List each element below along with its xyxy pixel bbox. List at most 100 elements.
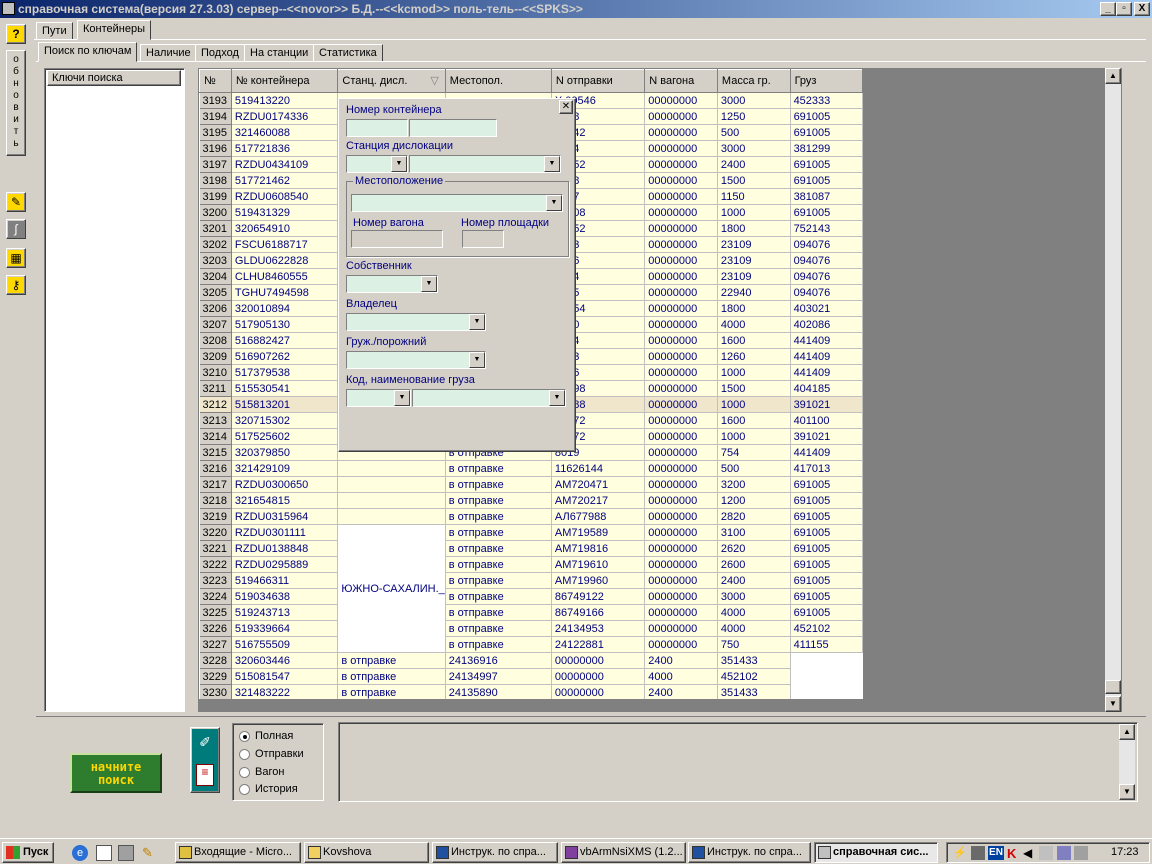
tab-availability[interactable]: Наличие <box>140 44 197 62</box>
table-cell[interactable]: 00000000 <box>644 364 718 381</box>
search-keys-panel[interactable]: Ключи поиска <box>44 68 185 712</box>
table-cell[interactable]: 2400 <box>717 156 791 173</box>
result-text-area[interactable]: ▲ ▼ <box>338 722 1138 802</box>
table-cell[interactable]: 00000000 <box>644 316 718 333</box>
table-cell[interactable]: 094076 <box>790 284 863 301</box>
table-cell[interactable]: 516907262 <box>231 348 339 365</box>
document-icon[interactable]: ≡ <box>196 764 214 786</box>
refresh-button[interactable]: о б н о в и т ь <box>6 50 26 156</box>
table-cell[interactable]: 417013 <box>790 460 863 477</box>
start-search-button[interactable]: начните поиск <box>70 753 162 793</box>
table-cell[interactable]: 3202 <box>199 236 232 253</box>
table-cell[interactable]: 1000 <box>717 428 791 445</box>
table-cell[interactable]: RZDU0138848 <box>231 540 339 557</box>
maximize-button[interactable]: ▫ <box>1116 2 1132 16</box>
pen-icon[interactable]: ∫ <box>6 219 26 239</box>
table-cell[interactable]: 691005 <box>790 508 863 525</box>
table-cell[interactable]: 391021 <box>790 428 863 445</box>
tab-paths[interactable]: Пути <box>36 22 73 40</box>
table-cell[interactable]: 321654815 <box>231 492 339 509</box>
table-cell[interactable]: 3193 <box>199 92 232 109</box>
table-cell[interactable]: 00000000 <box>644 108 718 125</box>
table-cell[interactable]: 321460088 <box>231 124 339 141</box>
table-cell[interactable]: 320654910 <box>231 220 339 237</box>
table-cell[interactable]: 1000 <box>717 204 791 221</box>
table-row[interactable]: 3221 RZDU0138848 в отправке АМ719816 0000000… <box>199 540 863 557</box>
pen-icon[interactable]: ✐ <box>196 734 214 752</box>
table-cell[interactable]: 00000000 <box>644 252 718 269</box>
table-cell[interactable]: 3222 <box>199 556 232 573</box>
table-cell[interactable]: 4000 <box>717 604 791 621</box>
table-cell[interactable]: 00000000 <box>644 380 718 397</box>
outlook-icon[interactable] <box>96 845 112 861</box>
table-cell[interactable]: 1600 <box>717 412 791 429</box>
table-cell[interactable]: 3194 <box>199 108 232 125</box>
table-cell[interactable]: АМ719610 <box>551 556 646 573</box>
table-cell[interactable]: 351433 <box>717 684 791 699</box>
platform-number-field[interactable] <box>462 230 504 248</box>
table-cell[interactable]: 00000000 <box>644 412 718 429</box>
antivirus-icon[interactable]: K <box>1007 846 1016 861</box>
scroll-thumb[interactable] <box>1105 680 1121 694</box>
table-cell[interactable]: 00000000 <box>644 428 718 445</box>
table-cell[interactable]: 2400 <box>717 572 791 589</box>
column-header[interactable]: N вагона <box>644 69 718 93</box>
cargo-code-select[interactable]: ▼ <box>346 389 411 407</box>
table-cell[interactable]: 22940 <box>717 284 791 301</box>
close-button[interactable]: X <box>1134 2 1150 16</box>
table-cell[interactable]: в отправке <box>445 540 552 557</box>
task-kovshova[interactable]: Kovshova <box>304 842 429 863</box>
station-name-select[interactable]: ▼ <box>409 155 561 173</box>
table-row[interactable]: 3226 519339664 в отправке 24134953 00000000 4… <box>199 620 863 637</box>
table-cell[interactable]: 391021 <box>790 396 863 413</box>
table-cell[interactable]: 2400 <box>644 684 718 699</box>
table-cell[interactable]: 3224 <box>199 588 232 605</box>
task-reference-system[interactable]: справочная сис... <box>814 842 938 863</box>
column-header[interactable]: N отправки <box>550 69 646 93</box>
table-cell[interactable]: в отправке <box>445 556 552 573</box>
table-cell[interactable]: 00000000 <box>644 604 718 621</box>
table-cell[interactable]: 3207 <box>199 316 232 333</box>
table-cell[interactable]: 3214 <box>199 428 232 445</box>
table-cell[interactable]: 3230 <box>199 684 232 699</box>
table-cell[interactable]: 441409 <box>790 332 863 349</box>
column-header[interactable]: Масса гр. <box>716 69 791 93</box>
table-cell[interactable]: 094076 <box>790 236 863 253</box>
mode-shipments[interactable]: Отправки <box>233 748 321 762</box>
start-button[interactable]: Пуск <box>2 842 54 863</box>
table-cell[interactable]: 3205 <box>199 284 232 301</box>
table-cell[interactable]: 4000 <box>717 620 791 637</box>
table-row[interactable]: 3220 RZDU0301111 ЮЖНО-САХАЛИН._ в отправке А… <box>199 524 863 653</box>
table-row[interactable]: 3228 320603446 в отправке 24136916 00000000 2… <box>199 652 863 669</box>
table-cell[interactable]: 381087 <box>790 188 863 205</box>
table-cell[interactable]: 00000000 <box>644 220 718 237</box>
scroll-up-button[interactable]: ▲ <box>1105 68 1121 84</box>
table-cell[interactable]: 3227 <box>199 636 232 653</box>
table-cell[interactable]: 4000 <box>717 316 791 333</box>
table-cell[interactable]: 3225 <box>199 604 232 621</box>
table-cell[interactable]: 00000000 <box>644 540 718 557</box>
table-cell[interactable]: в отправке <box>337 668 446 685</box>
table-cell[interactable]: 691005 <box>790 556 863 573</box>
table-cell[interactable]: 2820 <box>717 508 791 525</box>
table-cell[interactable]: 320010894 <box>231 300 339 317</box>
table-cell[interactable]: 452333 <box>790 92 863 109</box>
table-cell[interactable]: 00000000 <box>644 572 718 589</box>
table-cell[interactable]: 1250 <box>717 108 791 125</box>
column-header[interactable]: Груз <box>789 69 863 93</box>
table-cell[interactable]: 691005 <box>790 492 863 509</box>
table-cell[interactable]: 754 <box>717 444 791 461</box>
table-cell[interactable]: RZDU0434109 <box>231 156 339 173</box>
table-cell[interactable]: в отправке <box>445 476 552 493</box>
text-scrollbar[interactable]: ▲ ▼ <box>1119 724 1135 800</box>
table-cell[interactable]: 519466311 <box>231 572 339 589</box>
table-cell[interactable]: 404185 <box>790 380 863 397</box>
table-cell[interactable]: 00000000 <box>644 460 718 477</box>
table-cell[interactable]: 00000000 <box>644 524 718 541</box>
table-cell[interactable]: 4000 <box>644 668 718 685</box>
task-vbarmnsixms[interactable]: vbArmNsiXMS (1.2... <box>561 842 686 863</box>
table-cell[interactable]: 3200 <box>199 204 232 221</box>
table-cell[interactable]: 24136916 <box>445 652 552 669</box>
table-cell[interactable]: 519431329 <box>231 204 339 221</box>
table-cell[interactable]: 86749122 <box>551 588 646 605</box>
